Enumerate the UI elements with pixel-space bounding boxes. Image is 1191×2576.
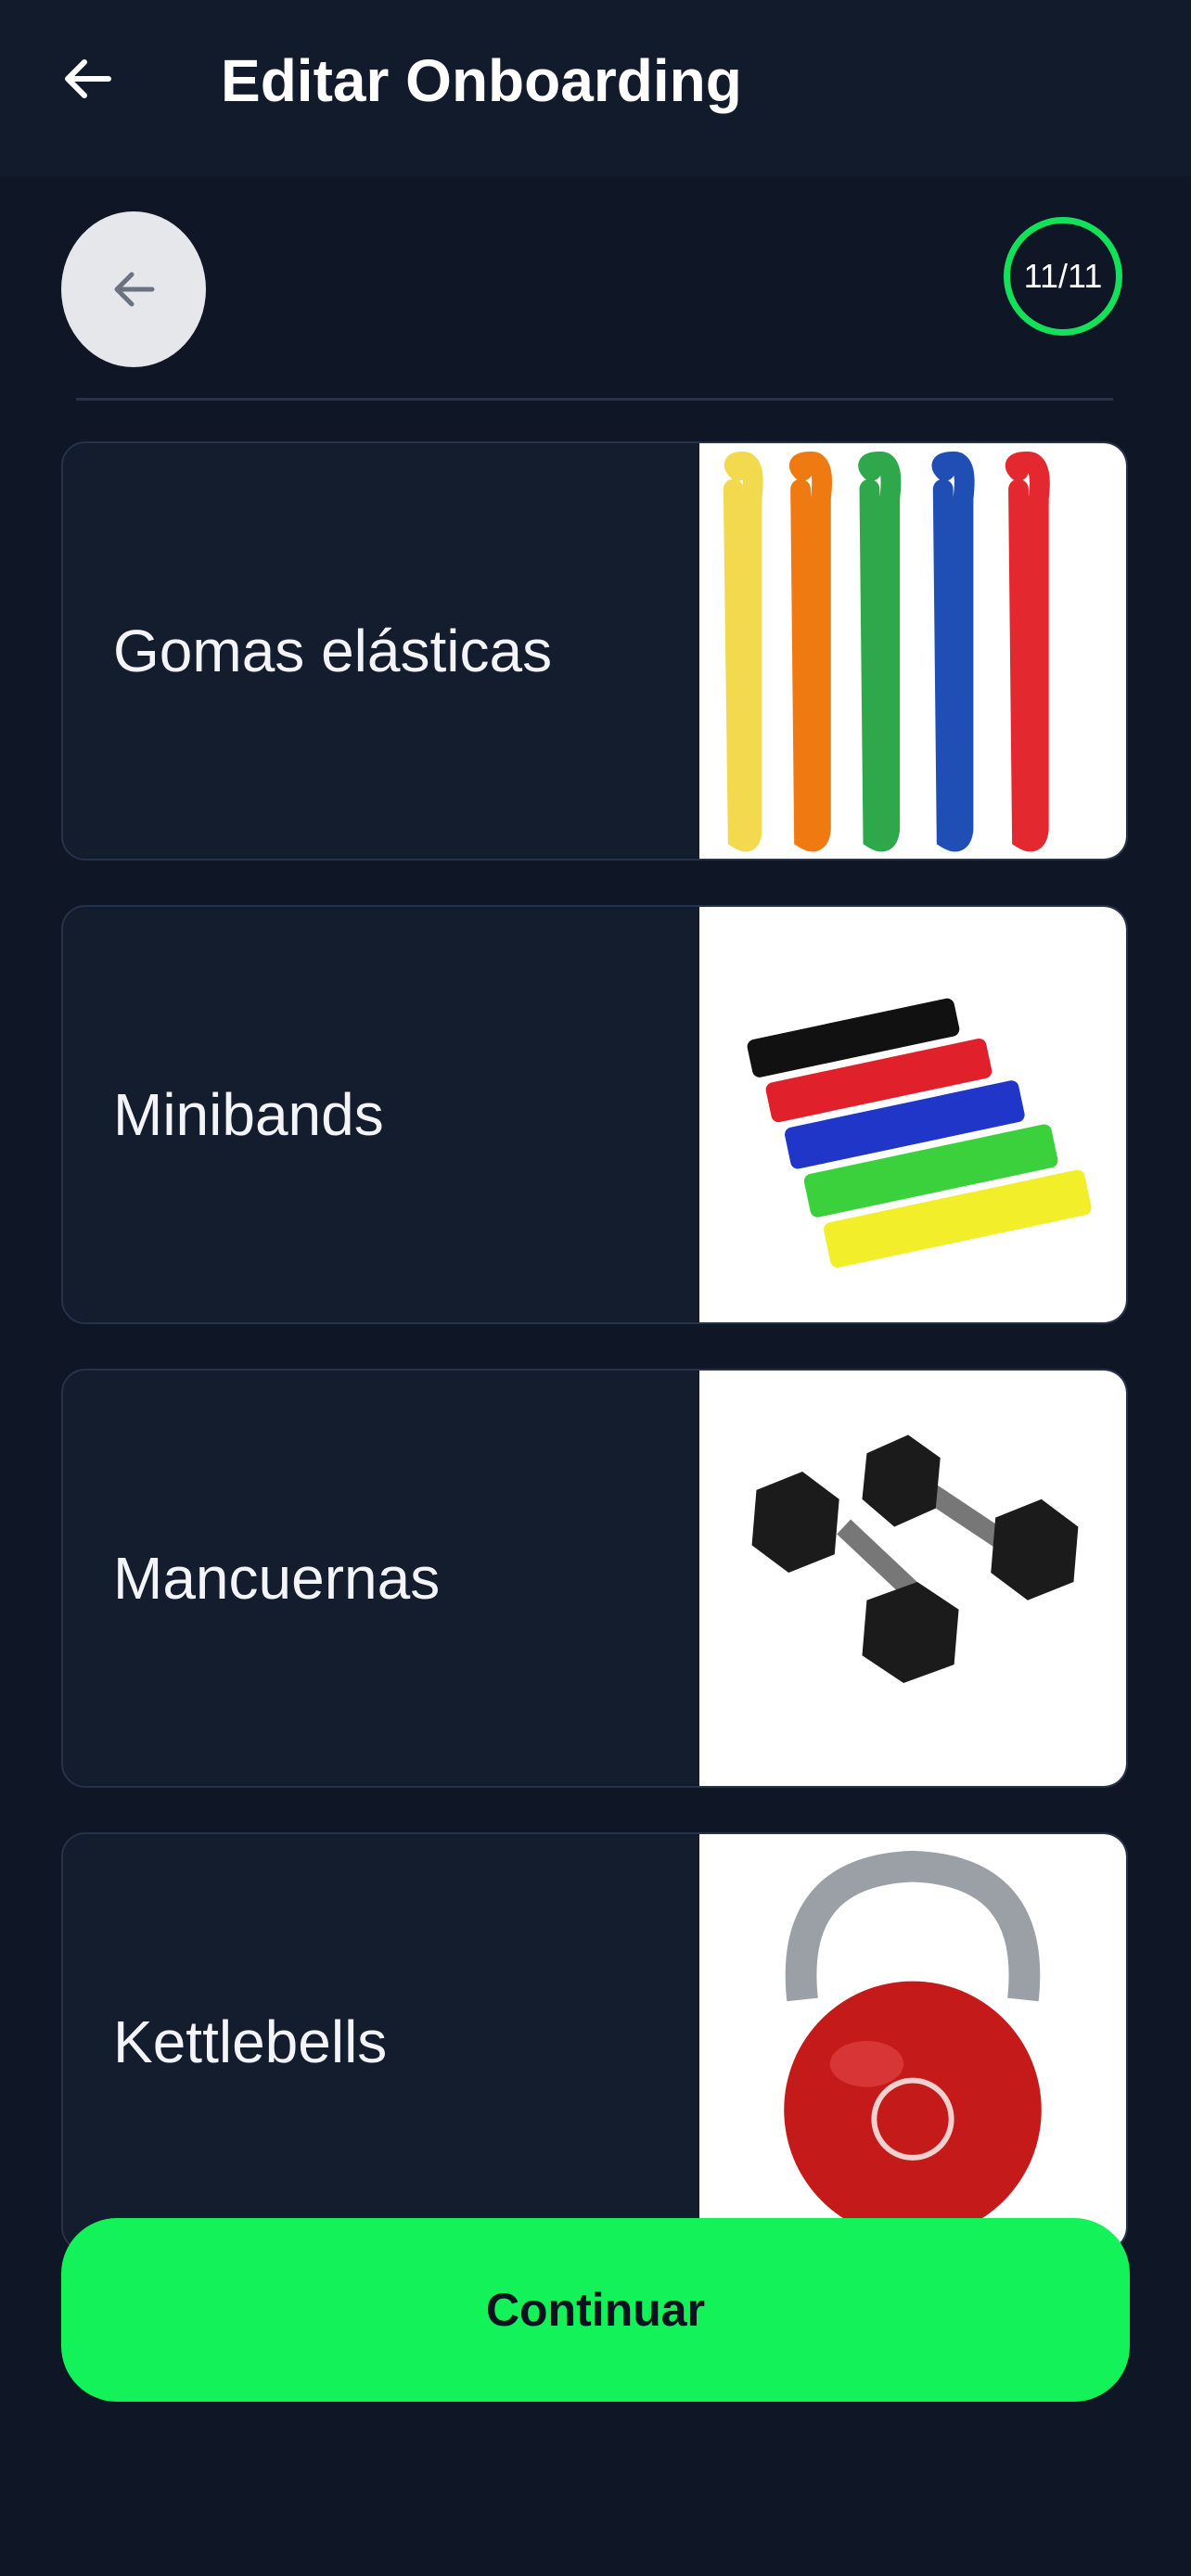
resistance-bands-image [699, 443, 1126, 859]
option-card-minibands[interactable]: Minibands [61, 905, 1128, 1324]
dumbbells-image [699, 1371, 1126, 1786]
kettlebell-image [699, 1834, 1126, 2250]
option-label: Gomas elásticas [113, 618, 553, 684]
divider [76, 398, 1113, 401]
previous-step-button[interactable] [61, 211, 206, 367]
option-card-gomas-elasticas[interactable]: Gomas elásticas [61, 441, 1128, 861]
back-arrow-icon [65, 59, 111, 98]
page-title: Editar Onboarding [221, 47, 742, 114]
option-label: Mancuernas [113, 1545, 441, 1612]
step-counter: 11/11 [1004, 217, 1122, 336]
option-label: Minibands [113, 1081, 384, 1148]
continue-button[interactable]: Continuar [61, 2218, 1130, 2402]
back-arrow-button[interactable] [51, 42, 125, 116]
option-label: Kettlebells [113, 2009, 388, 2075]
minibands-image [699, 907, 1126, 1322]
back-arrow-icon [114, 272, 155, 307]
top-app-bar: Editar Onboarding [0, 0, 1191, 176]
option-card-mancuernas[interactable]: Mancuernas [61, 1369, 1128, 1788]
option-card-kettlebells[interactable]: Kettlebells [61, 1832, 1128, 2251]
